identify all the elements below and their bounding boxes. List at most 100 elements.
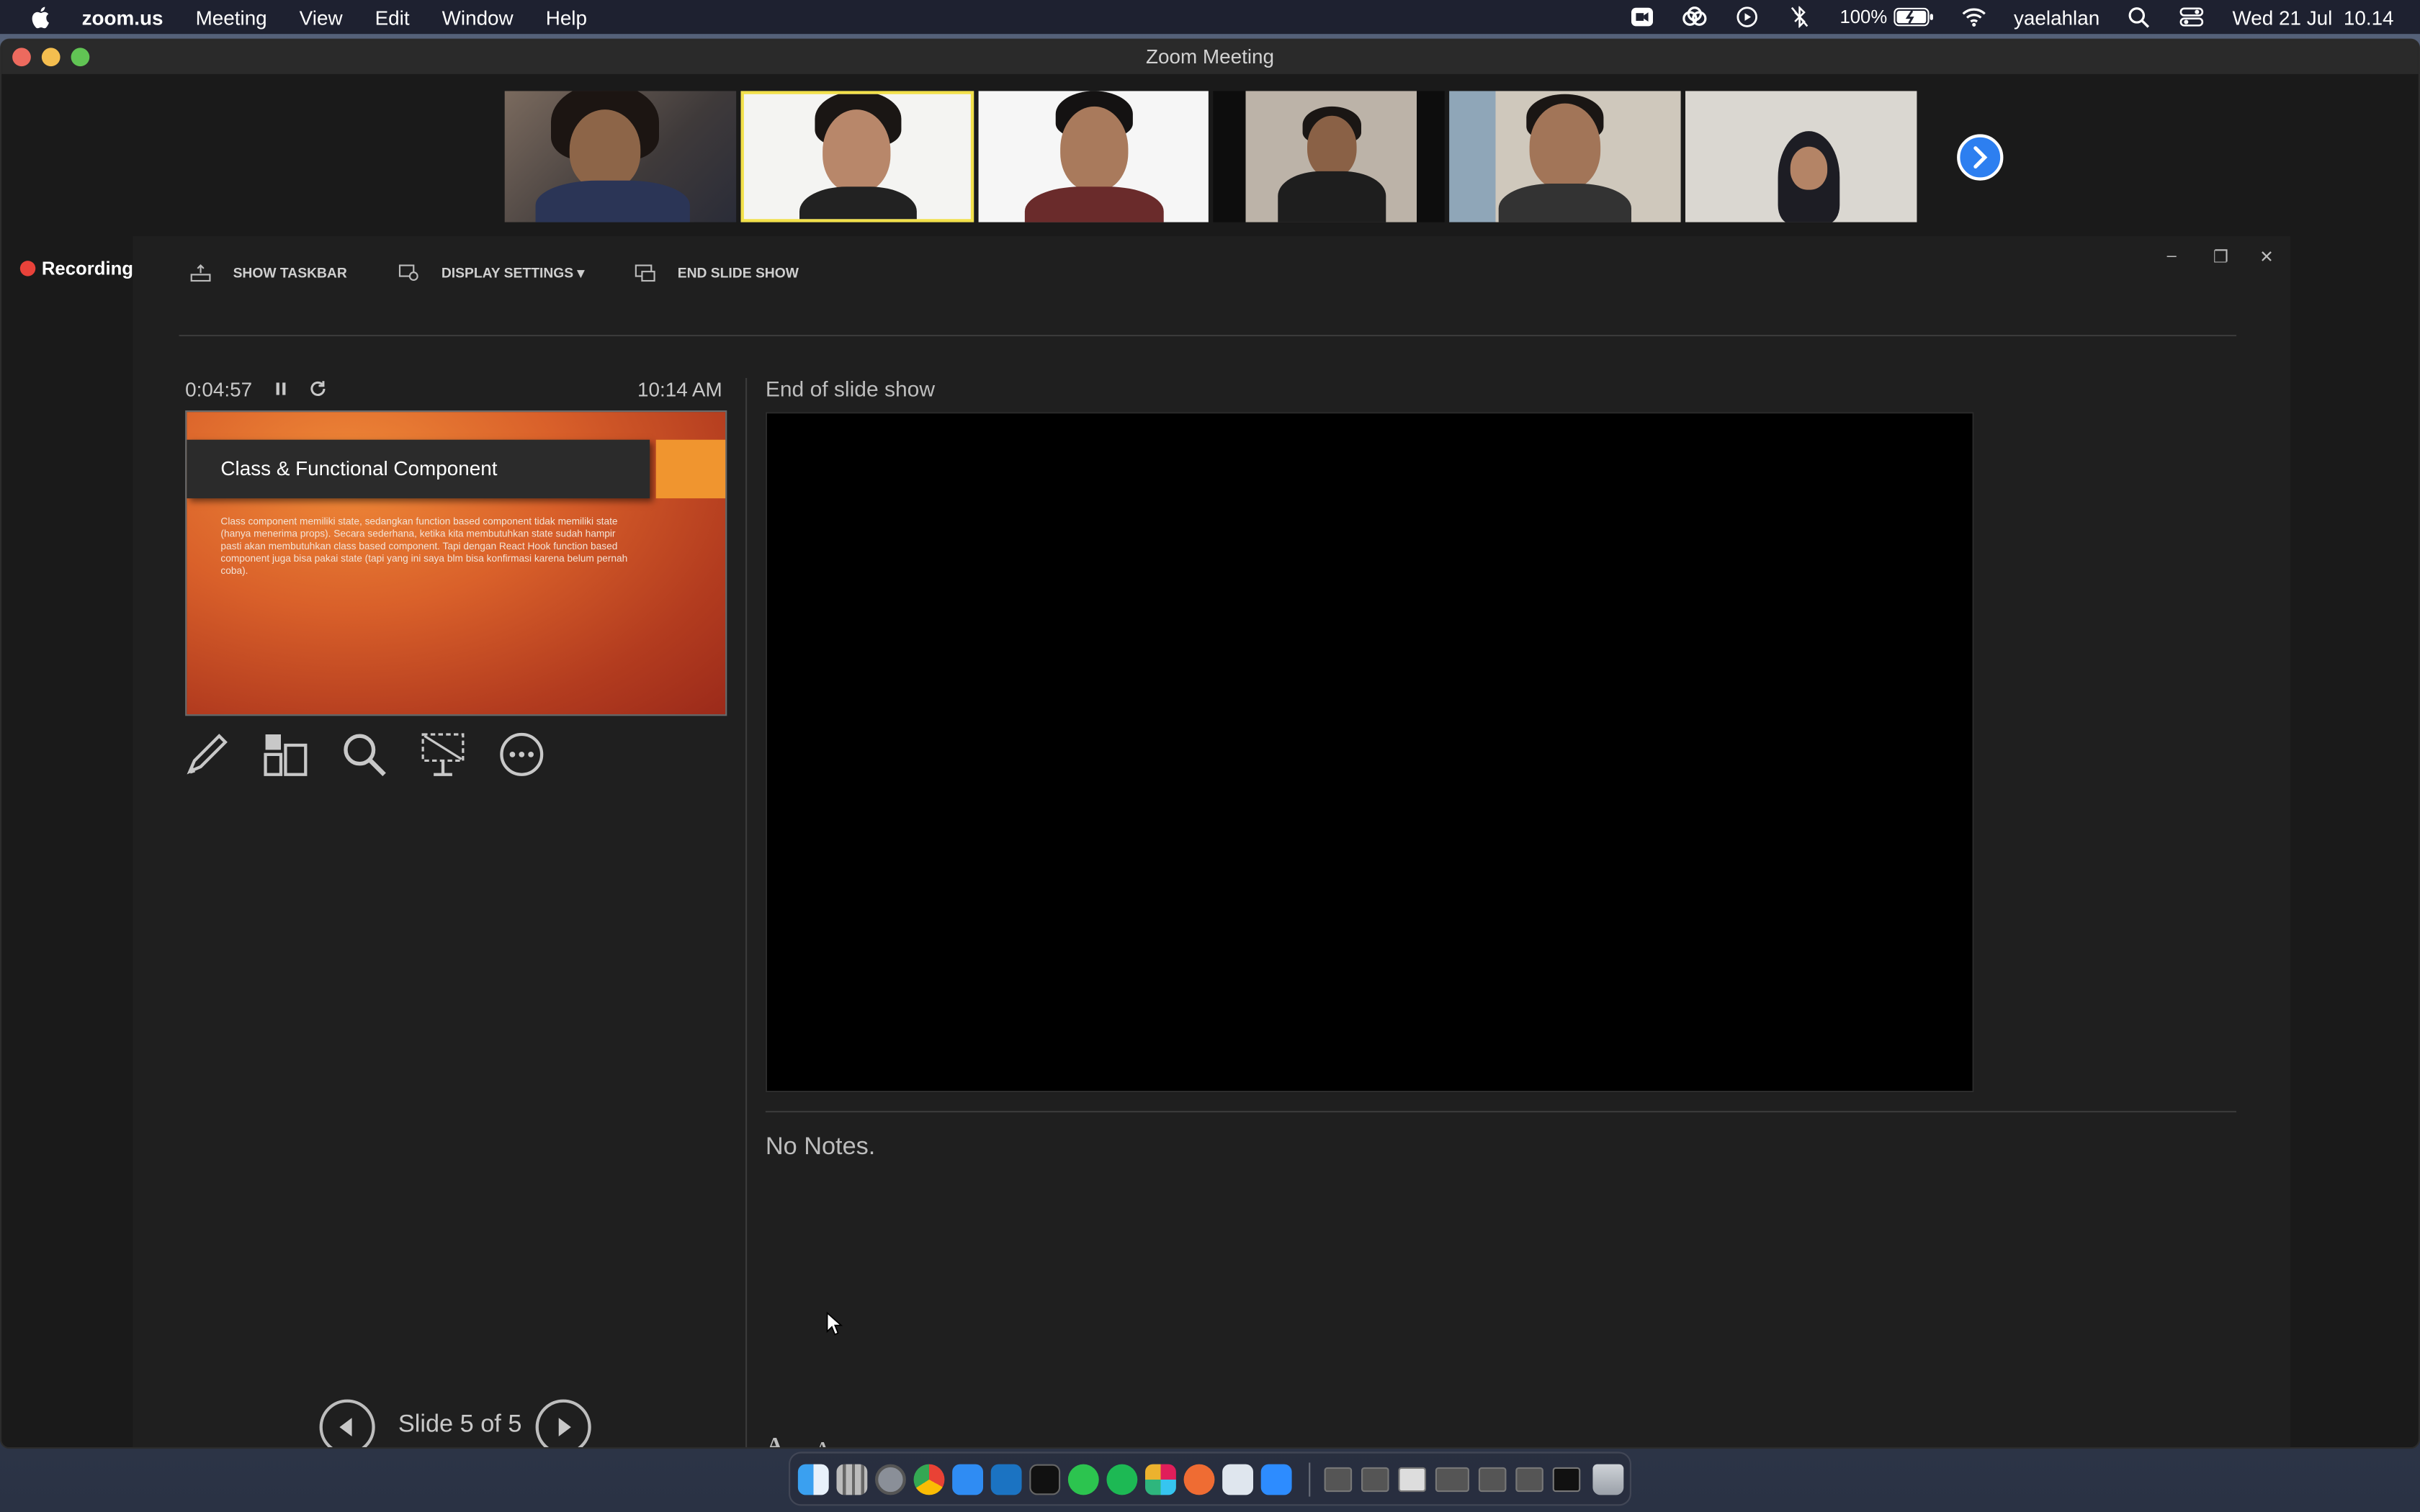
participant-body xyxy=(1024,186,1164,222)
minimize-window-button[interactable] xyxy=(41,48,60,67)
restart-timer-icon[interactable] xyxy=(309,379,328,398)
launchpad-icon[interactable] xyxy=(836,1464,868,1495)
menu-app-name[interactable]: zoom.us xyxy=(82,6,163,29)
whatsapp-icon[interactable] xyxy=(1067,1464,1099,1495)
next-participants-button[interactable] xyxy=(1957,134,2004,181)
pause-timer-icon[interactable] xyxy=(272,379,290,398)
speaker-notes: No Notes. xyxy=(765,1134,876,1161)
end-slide-show-button[interactable]: END SLIDE SHOW xyxy=(635,264,799,282)
participant-face xyxy=(823,109,891,193)
zoom-dock-icon[interactable] xyxy=(1260,1464,1292,1495)
system-preferences-icon[interactable] xyxy=(875,1464,906,1495)
wifi-icon[interactable] xyxy=(1961,6,1986,28)
pen-tool-icon[interactable] xyxy=(182,730,232,780)
show-taskbar-button[interactable]: SHOW TASKBAR xyxy=(190,264,347,282)
participant-body xyxy=(1498,183,1631,222)
mouse-cursor-icon xyxy=(826,1311,843,1336)
end-show-icon xyxy=(635,264,655,282)
toolbar-divider xyxy=(179,335,2236,337)
participant-video-3[interactable] xyxy=(978,91,1209,222)
trash-icon[interactable] xyxy=(1592,1464,1624,1495)
black-screen-icon[interactable] xyxy=(418,730,468,780)
participant-body xyxy=(799,186,917,220)
powerpoint-presenter-view: SHOW TASKBAR DISPLAY SETTINGS ▾ END SLID… xyxy=(133,235,2291,1447)
increase-font-button[interactable]: A xyxy=(767,1435,783,1447)
close-window-button[interactable] xyxy=(12,48,31,67)
zoom-video-icon[interactable] xyxy=(1630,6,1654,28)
creative-cloud-icon[interactable] xyxy=(1682,6,1707,28)
minimized-window-3[interactable] xyxy=(1398,1467,1426,1493)
participant-face xyxy=(569,109,641,190)
participant-video-1[interactable] xyxy=(504,91,737,222)
minimized-window-7[interactable] xyxy=(1552,1467,1581,1493)
more-options-icon[interactable] xyxy=(497,730,547,780)
menu-view[interactable]: View xyxy=(300,6,343,29)
previous-slide-button[interactable] xyxy=(319,1399,375,1447)
decrease-font-button[interactable]: A xyxy=(817,1439,829,1447)
participant-video-4[interactable] xyxy=(1213,91,1445,222)
presenter-close-button[interactable]: ✕ xyxy=(2259,247,2274,267)
chrome-icon[interactable] xyxy=(913,1464,945,1495)
see-all-slides-icon[interactable] xyxy=(261,730,310,780)
participant-face xyxy=(1307,115,1357,178)
chevron-right-icon xyxy=(1973,146,1988,168)
screen: zoom.us Meeting View Edit Window Help 10… xyxy=(0,0,2420,1512)
zoom-slide-icon[interactable] xyxy=(339,730,389,780)
participant-video-6[interactable] xyxy=(1685,91,1917,222)
slide-title: Class & Functional Component xyxy=(220,456,498,480)
minimized-window-1[interactable] xyxy=(1324,1467,1353,1493)
slide-body-text: Class component memiliki state, sedangka… xyxy=(220,516,628,577)
recording-indicator[interactable]: Recording xyxy=(19,257,134,279)
participant-face xyxy=(1790,146,1828,190)
apple-icon[interactable] xyxy=(30,4,54,29)
minimized-window-5[interactable] xyxy=(1478,1467,1507,1493)
participant-video-2-active-speaker[interactable] xyxy=(740,91,974,222)
preview-icon[interactable] xyxy=(1222,1464,1253,1495)
vscode-icon[interactable] xyxy=(990,1464,1022,1495)
menu-help[interactable]: Help xyxy=(546,6,587,29)
macos-menubar: zoom.us Meeting View Edit Window Help 10… xyxy=(0,0,2420,35)
app-store-icon[interactable] xyxy=(952,1464,983,1495)
participant-face xyxy=(1060,106,1129,192)
next-slide-button[interactable] xyxy=(535,1399,591,1447)
menubar-datetime[interactable]: Wed 21 Jul 10.14 xyxy=(2233,6,2394,29)
slide-counter[interactable]: Slide 5 of 5 xyxy=(398,1412,522,1440)
triangle-left-icon xyxy=(339,1418,352,1436)
minimized-window-6[interactable] xyxy=(1515,1467,1543,1493)
menubar-username[interactable]: yaelahlan xyxy=(2014,6,2099,29)
fullscreen-window-button[interactable] xyxy=(71,48,90,67)
triangle-right-icon xyxy=(558,1418,571,1436)
battery-percent: 100% xyxy=(1839,6,1888,28)
bluetooth-off-icon[interactable] xyxy=(1788,6,1812,28)
show-taskbar-label: SHOW TASKBAR xyxy=(233,265,347,281)
pane-divider[interactable] xyxy=(745,378,748,1447)
minimized-window-4[interactable] xyxy=(1435,1467,1469,1493)
spotify-icon[interactable] xyxy=(1106,1464,1138,1495)
terminal-icon[interactable] xyxy=(1029,1464,1061,1495)
recording-label: Recording xyxy=(41,257,134,279)
spotlight-search-icon[interactable] xyxy=(2128,6,2152,28)
window-titlebar[interactable]: Zoom Meeting xyxy=(1,40,2419,74)
slack-icon[interactable] xyxy=(1145,1464,1176,1495)
end-slide-show-label: END SLIDE SHOW xyxy=(677,265,799,281)
notes-divider[interactable] xyxy=(765,1110,2236,1112)
minimized-window-2[interactable] xyxy=(1361,1467,1389,1493)
play-circle-icon[interactable] xyxy=(1735,6,1760,28)
macos-dock xyxy=(789,1452,1631,1506)
next-slide-preview xyxy=(765,412,1974,1093)
current-slide-thumbnail[interactable]: Class & Functional Component Class compo… xyxy=(185,410,727,716)
battery-charging-icon[interactable] xyxy=(1893,7,1934,27)
presenter-restore-button[interactable]: ❐ xyxy=(2213,247,2228,267)
participant-face xyxy=(1529,103,1601,190)
menu-edit[interactable]: Edit xyxy=(375,6,410,29)
finder-icon[interactable] xyxy=(797,1464,829,1495)
participant-video-5[interactable] xyxy=(1449,91,1681,222)
participant-body xyxy=(535,180,690,222)
postman-icon[interactable] xyxy=(1183,1464,1215,1495)
presenter-minimize-button[interactable]: – xyxy=(2167,247,2177,266)
display-settings-button[interactable]: DISPLAY SETTINGS ▾ xyxy=(398,264,584,282)
menu-meeting[interactable]: Meeting xyxy=(196,6,267,29)
taskbar-icon xyxy=(190,264,211,282)
menu-window[interactable]: Window xyxy=(442,6,514,29)
control-center-icon[interactable] xyxy=(2180,6,2205,28)
